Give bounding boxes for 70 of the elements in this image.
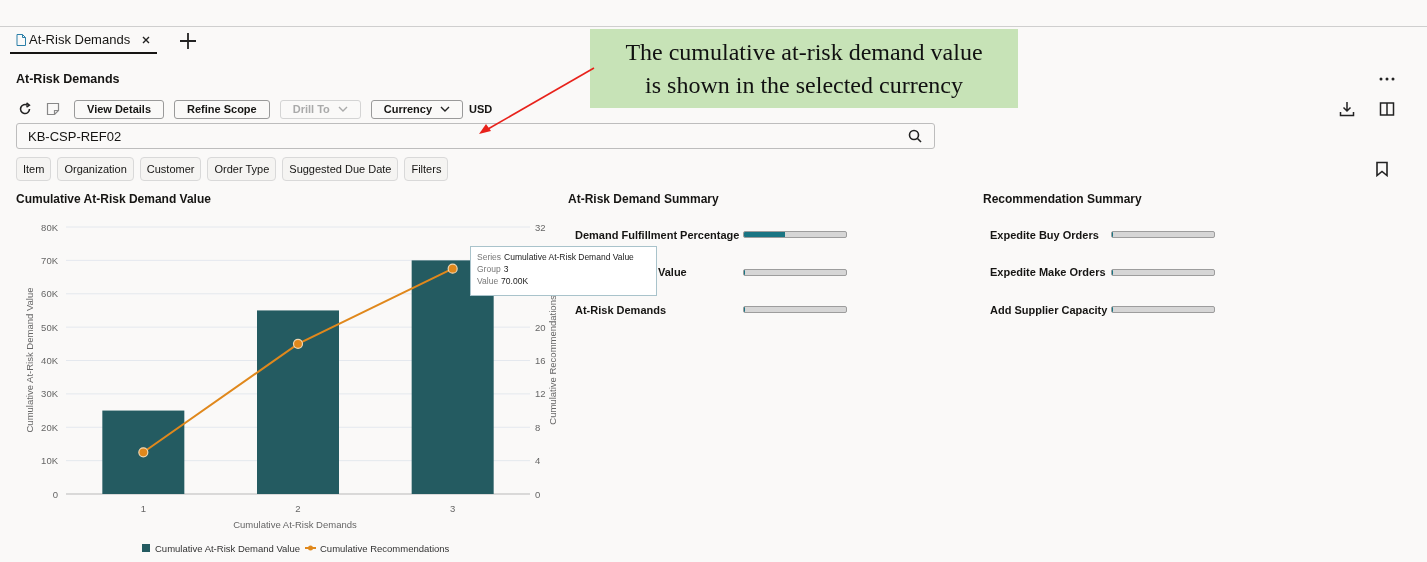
- axis-tick-label: 80K: [41, 221, 58, 233]
- download-icon[interactable]: [1339, 101, 1355, 117]
- data-point[interactable]: [292, 338, 304, 349]
- category-label: 2: [295, 503, 301, 514]
- axis-tick-label: 60K: [41, 288, 58, 300]
- note-icon[interactable]: [46, 102, 60, 116]
- bookmark-icon[interactable]: [1375, 161, 1389, 177]
- filter-chip[interactable]: Item: [16, 157, 52, 181]
- metric-label: Add Supplier Capacity: [990, 303, 1109, 316]
- section-title: Recommendation Summary: [983, 192, 1143, 206]
- toolbar-button[interactable]: Refine Scope: [174, 99, 270, 119]
- category-label: 3: [450, 503, 456, 514]
- axis-tick-label: 12: [535, 388, 546, 400]
- tooltip-key: Group: [477, 264, 501, 274]
- filter-chip[interactable]: Filters: [404, 157, 449, 181]
- metric-label: Value: [657, 266, 688, 279]
- axis-tick-label: 50K: [41, 321, 58, 333]
- bar[interactable]: [102, 410, 185, 494]
- filter-chip[interactable]: Suggested Due Date: [282, 157, 399, 181]
- category-label: 1: [140, 503, 146, 514]
- axis-title: Cumulative At-Risk Demand Value: [24, 287, 35, 433]
- document-icon[interactable]: [16, 33, 26, 46]
- axis-tick-label: 32: [535, 221, 546, 233]
- legend-swatch: [142, 544, 150, 552]
- columns-icon[interactable]: [1379, 101, 1395, 117]
- callout-note: The cumulative at-risk demand value is shown in the selected currency: [590, 29, 1018, 108]
- legend-label: Cumulative Recommendations: [320, 542, 450, 554]
- tooltip-value: Cumulative At-Risk Demand Value: [504, 252, 634, 262]
- metric-label: Demand Fulfillment Percentage: [575, 228, 741, 241]
- toolbar-button[interactable]: View Details: [74, 99, 164, 119]
- metric-label: Expedite Make Orders: [990, 266, 1107, 279]
- legend-line-marker: [304, 545, 317, 551]
- more-icon[interactable]: [1379, 77, 1395, 81]
- close-icon[interactable]: [141, 34, 152, 45]
- search-icon[interactable]: [908, 129, 922, 143]
- filter-chip[interactable]: Customer: [139, 157, 202, 181]
- tooltip-value: 70.00K: [501, 276, 529, 286]
- tab[interactable]: At-Risk Demands: [10, 27, 158, 54]
- axis-title: Cumulative Recommendations: [547, 295, 558, 425]
- axis-tick-label: 40K: [41, 355, 58, 366]
- metric-label: At-Risk Demands: [575, 303, 668, 316]
- search-field[interactable]: KB-CSP-REF02: [16, 123, 935, 149]
- refresh-icon[interactable]: [18, 102, 32, 116]
- axis-tick-label: 16: [535, 355, 546, 366]
- axis-tick-label: 20: [535, 321, 546, 333]
- filter-chip[interactable]: Organization: [57, 157, 134, 181]
- axis-tick-label: 0: [535, 488, 541, 500]
- chart-title: Cumulative At-Risk Demand Value: [16, 192, 212, 206]
- tooltip-key: Series: [477, 252, 502, 262]
- tooltip-key: Value: [477, 276, 499, 286]
- axis-title: Cumulative At-Risk Demands: [233, 519, 357, 530]
- axis-tick-label: 10K: [41, 455, 58, 467]
- axis-tick-label: 30K: [41, 388, 58, 400]
- metric-label: Expedite Buy Orders: [990, 228, 1100, 241]
- data-point[interactable]: [447, 263, 458, 274]
- legend-label: Cumulative At-Risk Demand Value: [155, 542, 301, 554]
- currency-label: USD: [469, 103, 493, 115]
- plus-icon[interactable]: [179, 31, 198, 50]
- dropdown-button[interactable]: Currency: [370, 99, 464, 119]
- axis-tick-label: 70K: [41, 254, 58, 266]
- tooltip-value: 3: [503, 264, 509, 274]
- axis-tick-label: 8: [535, 421, 541, 433]
- filter-chip[interactable]: Order Type: [207, 157, 277, 181]
- data-point[interactable]: [138, 447, 149, 458]
- section-title: At-Risk Demand Summary: [568, 192, 720, 206]
- axis-tick-label: 4: [535, 455, 541, 467]
- caret-icon[interactable]: [440, 106, 451, 112]
- axis-tick-label: 0: [52, 488, 58, 500]
- page-title: At-Risk Demands: [16, 72, 120, 86]
- axis-tick-label: 20K: [41, 421, 58, 433]
